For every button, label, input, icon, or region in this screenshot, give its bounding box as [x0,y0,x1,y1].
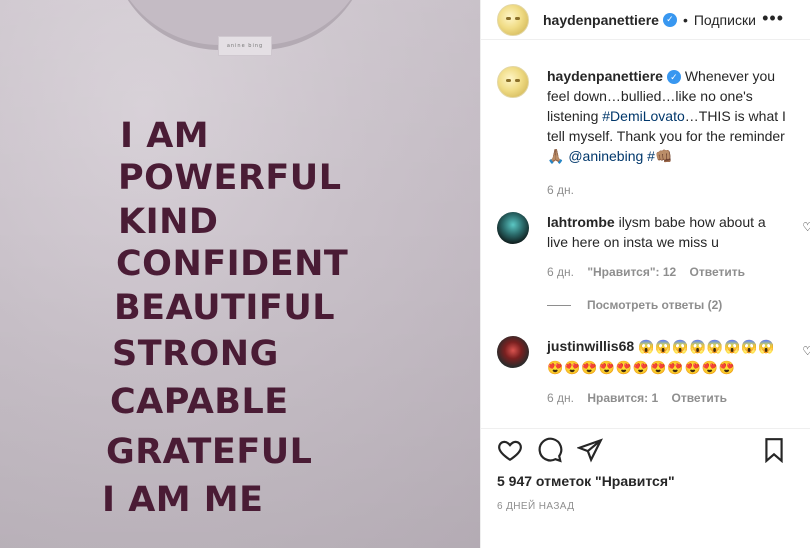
comment-body: lahtrombe ilysm babe how about a live he… [547,212,777,282]
comment-item: lahtrombe ilysm babe how about a live he… [497,212,810,282]
bookmark-icon[interactable] [761,437,787,463]
comment-likes[interactable]: "Нравится": 12 [587,265,676,279]
comment-body: justinwillis68 😱😱😱😱😱😱😱😱😍😍😍😍😍😍😍😍😍😍😍 6 дн.… [547,336,777,408]
shirt-line: POWERFUL [118,158,342,198]
caption-username[interactable]: haydenpanettiere [547,68,663,84]
share-icon[interactable] [577,437,603,463]
comment-meta: 6 дн. Нравится: 1 Ответить [547,388,777,408]
following-button[interactable]: Подписки [694,12,756,28]
hashtag-link[interactable]: #👊🏽 [647,148,672,164]
comment-username[interactable]: justinwillis68 [547,338,634,354]
separator-dot: • [682,11,688,28]
comment-like-heart-icon[interactable]: ♡ [802,344,810,358]
caption-body: haydenpanettiere ✓ Whenever you feel down… [547,66,797,200]
more-options-icon[interactable]: ••• [762,8,784,29]
post-actions: 5 947 отметок "Нравится" 6 ДНЕЙ НАЗАД [481,428,810,548]
comment-time[interactable]: 6 дн. [547,391,574,405]
comment-time[interactable]: 6 дн. [547,265,574,279]
reply-button[interactable]: Ответить [690,265,745,279]
mention-link[interactable]: @aninebing [568,148,643,164]
comment-item: justinwillis68 😱😱😱😱😱😱😱😱😍😍😍😍😍😍😍😍😍😍😍 6 дн.… [497,336,810,408]
verified-icon: ✓ [662,12,677,27]
post-header: haydenpanettiere ✓ • Подписки ••• [481,0,810,40]
shirt-line: I AM [120,116,210,156]
comment-like-heart-icon[interactable]: ♡ [802,220,810,234]
shirt-line: CONFIDENT [116,244,349,284]
replies-line [547,304,571,306]
reply-button[interactable]: Ответить [672,391,727,405]
caption-avatar[interactable] [497,66,529,98]
commenter-avatar[interactable] [497,336,529,368]
like-heart-icon[interactable] [497,437,523,463]
post-caption: haydenpanettiere ✓ Whenever you feel down… [497,66,797,200]
shirt-line: GRATEFUL [106,432,313,472]
author-username[interactable]: haydenpanettiere [543,12,659,28]
view-replies-label[interactable]: Посмотреть ответы (2) [587,298,722,312]
author-avatar[interactable] [497,3,529,36]
hashtag-link[interactable]: #DemiLovato [602,108,685,124]
shirt-line: BEAUTIFUL [114,288,336,328]
comment-username[interactable]: lahtrombe [547,214,615,230]
commenter-avatar[interactable] [497,212,529,244]
view-replies[interactable]: Посмотреть ответы (2) [547,298,722,312]
action-icons [481,429,810,471]
caption-time[interactable]: 6 дн. [547,180,797,200]
shirt-line: KIND [118,202,219,242]
shirt-line: CAPABLE [110,382,289,422]
likes-count[interactable]: 5 947 отметок "Нравится" [481,473,810,489]
post-photo[interactable]: anine bing I AM POWERFUL KIND CONFIDENT … [0,0,480,548]
shirt-tag: anine bing [218,36,272,56]
shirt-line: I AM ME [102,480,264,520]
comment-meta: 6 дн. "Нравится": 12 Ответить [547,262,777,282]
verified-icon: ✓ [666,70,681,85]
comment-icon[interactable] [537,437,563,463]
post-time[interactable]: 6 ДНЕЙ НАЗАД [481,501,810,512]
shirt-line: STRONG [112,334,279,374]
comment-likes[interactable]: Нравится: 1 [587,391,658,405]
post-side-panel: haydenpanettiere ✓ • Подписки ••• hayden… [480,0,810,548]
